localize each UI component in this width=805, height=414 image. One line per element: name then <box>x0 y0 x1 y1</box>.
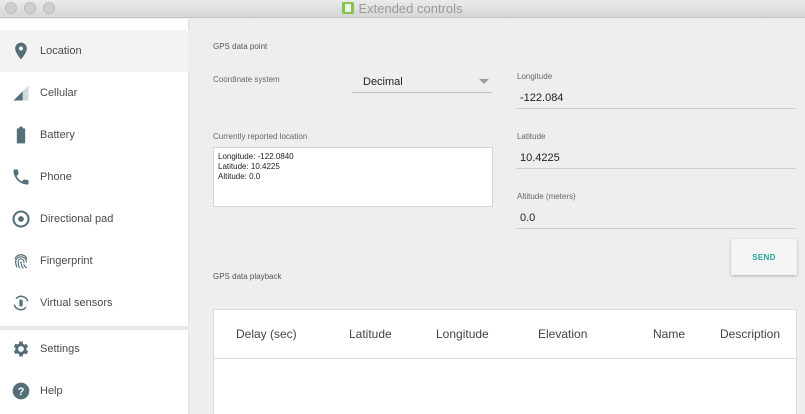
column-header-description[interactable]: Description <box>720 327 780 341</box>
gps-data-point-heading: GPS data point <box>213 42 268 51</box>
send-button[interactable]: SEND <box>731 239 797 275</box>
current-location-line: Latitude: 10.4225 <box>218 162 280 171</box>
column-header-longitude[interactable]: Longitude <box>436 327 489 341</box>
altitude-input[interactable]: 0.0 <box>516 207 796 229</box>
table-header: Delay (sec) Latitude Longitude Elevation… <box>214 310 798 359</box>
title-bar: Extended controls <box>0 0 805 18</box>
sidebar-item-location[interactable]: Location <box>0 30 189 72</box>
dropdown-arrow-icon <box>479 79 489 84</box>
sidebar-item-label: Help <box>40 385 63 397</box>
sidebar-item-fingerprint[interactable]: Fingerprint <box>0 240 189 282</box>
sidebar-item-cellular[interactable]: Cellular <box>0 72 189 114</box>
column-header-name[interactable]: Name <box>653 327 685 341</box>
sidebar-item-phone[interactable]: Phone <box>0 156 189 198</box>
coordinate-system-label: Coordinate system <box>213 75 280 84</box>
altitude-label: Altitude (meters) <box>517 192 576 201</box>
current-location-box: Longitude: -122.0840 Latitude: 10.4225 A… <box>213 147 493 207</box>
phone-icon <box>11 167 31 187</box>
help-icon: ? <box>11 381 31 401</box>
latitude-label: Latitude <box>517 132 546 141</box>
gps-data-playback-heading: GPS data playback <box>213 272 282 281</box>
column-header-latitude[interactable]: Latitude <box>349 327 392 341</box>
gps-playback-table: Delay (sec) Latitude Longitude Elevation… <box>213 309 798 414</box>
sidebar-item-settings[interactable]: Settings <box>0 328 189 370</box>
coordinate-system-select[interactable]: Decimal <box>352 71 492 93</box>
sidebar-item-help[interactable]: ? Help <box>0 370 189 412</box>
sidebar-item-label: Settings <box>40 343 80 355</box>
sidebar: Location Cellular Battery Phone Directio… <box>0 19 189 414</box>
gear-icon <box>11 339 31 359</box>
location-panel: GPS data point Coordinate system Decimal… <box>190 19 805 414</box>
window-title-text: Extended controls <box>358 1 463 16</box>
latitude-value: 10.4225 <box>520 152 560 164</box>
sidebar-item-label: Cellular <box>40 87 78 99</box>
sidebar-item-label: Phone <box>40 171 72 183</box>
window-title: Extended controls <box>0 1 805 16</box>
app-icon <box>342 2 355 14</box>
svg-text:?: ? <box>18 386 25 398</box>
latitude-input[interactable]: 10.4225 <box>516 147 796 169</box>
current-location-line: Altitude: 0.0 <box>218 172 261 181</box>
current-location-label: Currently reported location <box>213 132 308 141</box>
sidebar-item-virtual-sensors[interactable]: Virtual sensors <box>0 282 189 324</box>
location-pin-icon <box>11 41 31 61</box>
longitude-input[interactable]: -122.084 <box>516 87 796 109</box>
sidebar-item-label: Location <box>40 45 82 57</box>
dpad-icon <box>11 209 31 229</box>
longitude-value: -122.084 <box>520 92 564 104</box>
altitude-value: 0.0 <box>520 212 536 224</box>
battery-icon <box>11 125 31 145</box>
rotation-sensor-icon <box>11 293 31 313</box>
sidebar-item-label: Directional pad <box>40 213 114 225</box>
sidebar-item-label: Virtual sensors <box>40 297 113 309</box>
sidebar-item-directional-pad[interactable]: Directional pad <box>0 198 189 240</box>
sidebar-item-label: Fingerprint <box>40 255 93 267</box>
longitude-label: Longitude <box>517 72 553 81</box>
sidebar-item-label: Battery <box>40 129 75 141</box>
current-location-line: Longitude: -122.0840 <box>218 152 294 161</box>
coordinate-system-value: Decimal <box>363 76 403 88</box>
column-header-elevation[interactable]: Elevation <box>538 327 587 341</box>
cellular-signal-icon <box>11 83 31 103</box>
sidebar-item-battery[interactable]: Battery <box>0 114 189 156</box>
fingerprint-icon <box>11 251 31 271</box>
column-header-delay[interactable]: Delay (sec) <box>236 327 297 341</box>
